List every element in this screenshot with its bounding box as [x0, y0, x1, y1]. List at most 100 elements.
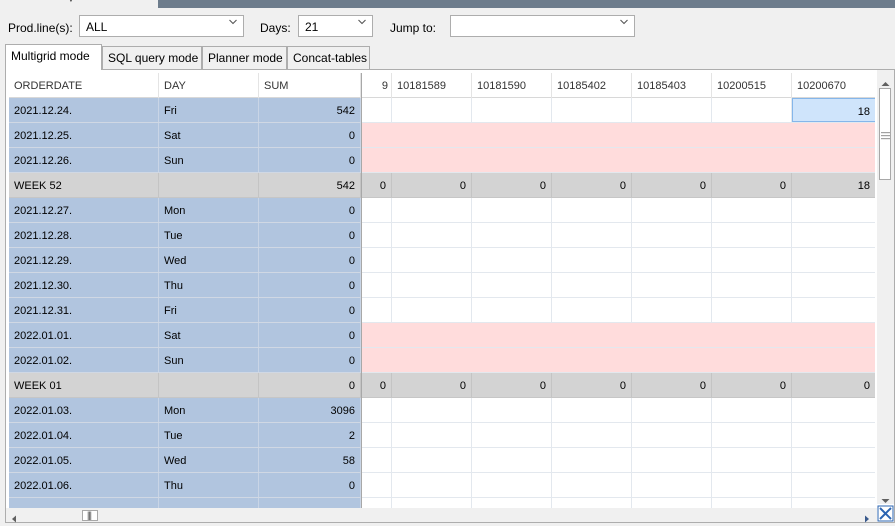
- table-row[interactable]: 2022.01.06. Thu 0: [9, 473, 361, 498]
- quantity-cell[interactable]: [352, 198, 392, 222]
- date-cell[interactable]: 2021.12.25.: [9, 123, 159, 147]
- quantity-cell[interactable]: [632, 348, 712, 372]
- quantity-cell[interactable]: [792, 448, 875, 472]
- day-cell[interactable]: Fri: [159, 98, 259, 122]
- quantity-cell[interactable]: [552, 448, 632, 472]
- table-row[interactable]: 2021.12.26. Sun 0: [9, 148, 361, 173]
- quantity-cell[interactable]: 18: [792, 98, 875, 122]
- quantity-cell[interactable]: [632, 398, 712, 422]
- quantity-cell[interactable]: [552, 323, 632, 347]
- quantity-cell[interactable]: 0: [792, 373, 875, 397]
- quantity-cell[interactable]: [792, 323, 875, 347]
- quantity-cell[interactable]: [552, 398, 632, 422]
- sum-cell[interactable]: 3096: [259, 398, 361, 422]
- quantity-cell[interactable]: [392, 423, 472, 447]
- quantity-cell[interactable]: [352, 98, 392, 122]
- quantity-cell[interactable]: [712, 98, 792, 122]
- column-header-product[interactable]: 10200515: [712, 73, 792, 98]
- quantity-cell[interactable]: [792, 223, 875, 247]
- days-select[interactable]: 21: [298, 15, 373, 37]
- table-row[interactable]: 2022.01.04. Tue 2: [9, 423, 361, 448]
- quantity-cell[interactable]: [792, 473, 875, 497]
- date-cell[interactable]: 2021.12.29.: [9, 248, 159, 272]
- quantity-cell[interactable]: [712, 323, 792, 347]
- quantity-cell[interactable]: [552, 98, 632, 122]
- table-row[interactable]: [362, 473, 875, 498]
- table-row[interactable]: [362, 148, 875, 173]
- quantity-cell[interactable]: [552, 423, 632, 447]
- scroll-up-arrow-icon[interactable]: [881, 76, 890, 86]
- quantity-cell[interactable]: [712, 298, 792, 322]
- quantity-cell[interactable]: [352, 423, 392, 447]
- quantity-cell[interactable]: [632, 323, 712, 347]
- column-header-day[interactable]: DAY: [159, 73, 259, 98]
- quantity-cell[interactable]: [472, 123, 552, 147]
- sum-cell[interactable]: 0: [259, 348, 361, 372]
- quantity-cell[interactable]: 0: [352, 373, 392, 397]
- quantity-cell[interactable]: [472, 148, 552, 172]
- quantity-cell[interactable]: 0: [632, 173, 712, 197]
- table-row[interactable]: [362, 348, 875, 373]
- table-row[interactable]: 2021.12.28. Tue 0: [9, 223, 361, 248]
- week-summary-row[interactable]: WEEK 52 542: [9, 173, 361, 198]
- scroll-left-arrow-icon[interactable]: [11, 512, 17, 526]
- quantity-cell[interactable]: [392, 123, 472, 147]
- table-row[interactable]: [362, 123, 875, 148]
- tab-planner-mode[interactable]: Planner mode: [202, 46, 287, 69]
- day-cell[interactable]: Sun: [159, 148, 259, 172]
- vertical-scroll-thumb[interactable]: — — —: [879, 88, 891, 180]
- day-cell[interactable]: [159, 373, 259, 397]
- column-header-product[interactable]: 9: [352, 73, 392, 98]
- quantity-cell[interactable]: [552, 473, 632, 497]
- sum-cell[interactable]: 0: [259, 373, 361, 397]
- quantity-cell[interactable]: [632, 123, 712, 147]
- quantity-cell[interactable]: [472, 223, 552, 247]
- horizontal-scroll-thumb[interactable]: |||: [82, 510, 98, 521]
- quantity-cell[interactable]: [472, 98, 552, 122]
- sum-cell[interactable]: 0: [259, 248, 361, 272]
- quantity-cell[interactable]: [352, 348, 392, 372]
- sum-cell[interactable]: 542: [259, 173, 361, 197]
- quantity-cell[interactable]: 0: [392, 373, 472, 397]
- date-cell[interactable]: 2022.01.06.: [9, 473, 159, 497]
- table-row[interactable]: [362, 423, 875, 448]
- date-cell[interactable]: WEEK 01: [9, 373, 159, 397]
- day-cell[interactable]: Mon: [159, 398, 259, 422]
- table-row[interactable]: 2021.12.25. Sat 0: [9, 123, 361, 148]
- tab-multigrid-mode[interactable]: Multigrid mode: [5, 44, 102, 70]
- quantity-cell[interactable]: 18: [792, 173, 875, 197]
- date-cell[interactable]: 2022.01.01.: [9, 323, 159, 347]
- tab-concat-tables[interactable]: Concat-tables: [287, 46, 370, 69]
- table-row[interactable]: [362, 298, 875, 323]
- quantity-cell[interactable]: [792, 423, 875, 447]
- quantity-cell[interactable]: [552, 123, 632, 147]
- quantity-cell[interactable]: [392, 348, 472, 372]
- quantity-cell[interactable]: [632, 248, 712, 272]
- date-cell[interactable]: 2021.12.24.: [9, 98, 159, 122]
- quantity-cell[interactable]: 0: [552, 373, 632, 397]
- quantity-cell[interactable]: [712, 248, 792, 272]
- vertical-scrollbar[interactable]: — — —: [877, 70, 894, 504]
- quantity-cell[interactable]: [352, 223, 392, 247]
- quantity-cell[interactable]: [712, 123, 792, 147]
- sum-cell[interactable]: 0: [259, 273, 361, 297]
- table-row[interactable]: 18: [362, 98, 875, 123]
- date-cell[interactable]: 2022.01.05.: [9, 448, 159, 472]
- quantity-cell[interactable]: 0: [392, 173, 472, 197]
- sum-cell[interactable]: 0: [259, 148, 361, 172]
- date-cell[interactable]: 2021.12.27.: [9, 198, 159, 222]
- quantity-cell[interactable]: [712, 348, 792, 372]
- quantity-cell[interactable]: [552, 223, 632, 247]
- day-cell[interactable]: [159, 173, 259, 197]
- quantity-cell[interactable]: [552, 298, 632, 322]
- quantity-cell[interactable]: [792, 298, 875, 322]
- quantity-cell[interactable]: [392, 398, 472, 422]
- column-header-product[interactable]: 10181590: [472, 73, 552, 98]
- quantity-cell[interactable]: 0: [632, 373, 712, 397]
- day-cell[interactable]: Fri: [159, 298, 259, 322]
- sum-cell[interactable]: 0: [259, 323, 361, 347]
- day-cell[interactable]: Tue: [159, 423, 259, 447]
- quantity-cell[interactable]: [352, 148, 392, 172]
- quantity-cell[interactable]: [352, 298, 392, 322]
- quantity-cell[interactable]: [472, 248, 552, 272]
